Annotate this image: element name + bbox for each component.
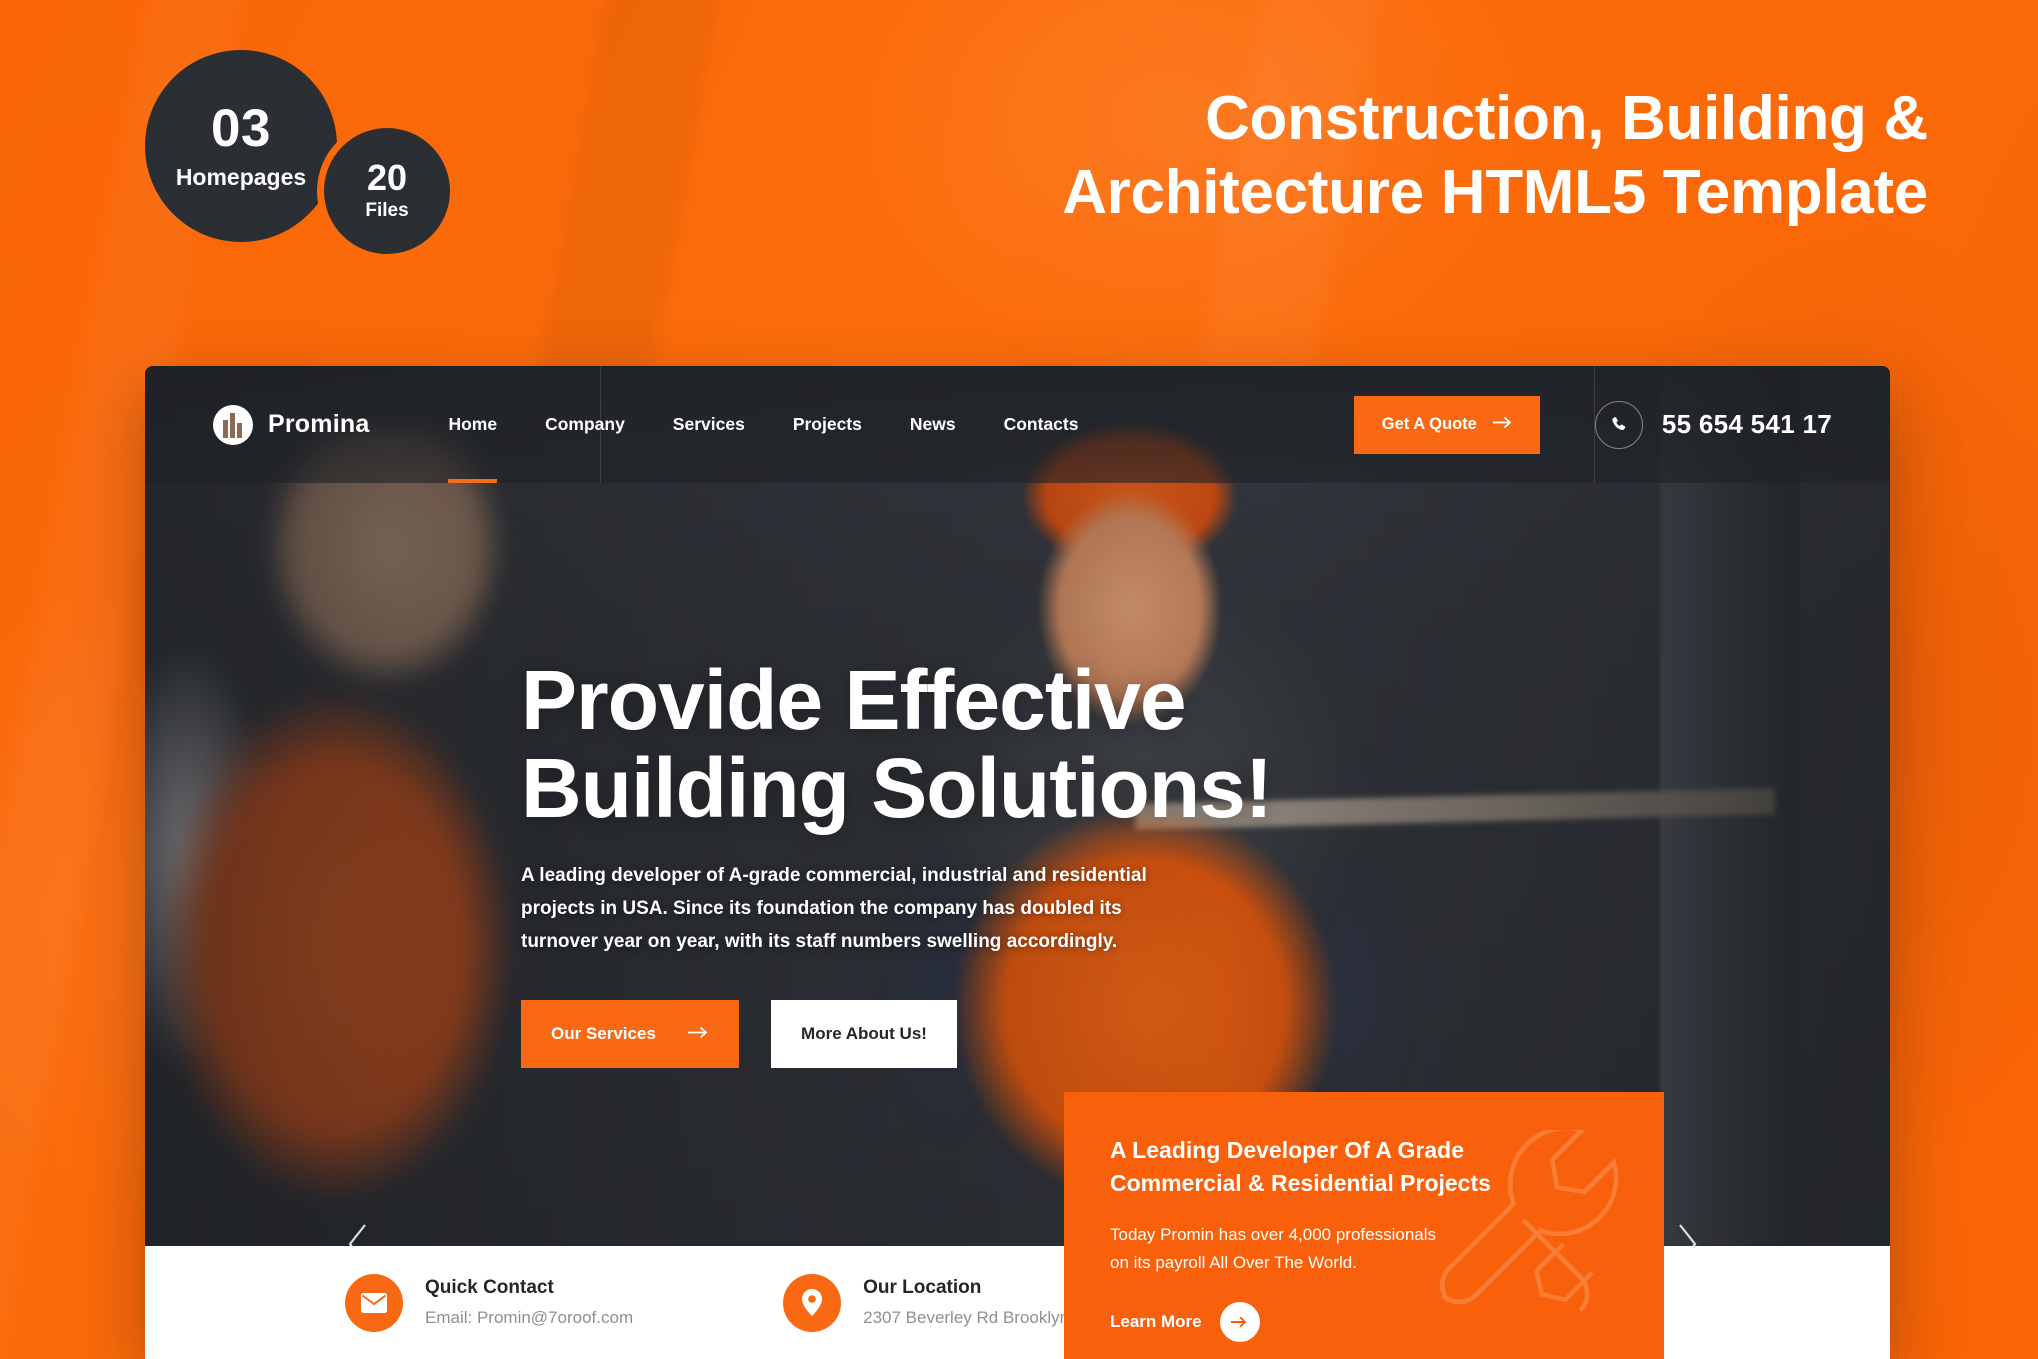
files-badge: 20 Files bbox=[324, 128, 450, 254]
hero-heading-line2: Building Solutions! bbox=[521, 741, 1273, 836]
homepages-badge-number: 03 bbox=[211, 98, 271, 158]
our-services-label: Our Services bbox=[551, 1024, 656, 1044]
phone-icon bbox=[1594, 400, 1643, 449]
header-divider-right bbox=[1594, 366, 1595, 483]
more-about-us-button[interactable]: More About Us! bbox=[771, 1000, 957, 1069]
map-pin-icon bbox=[783, 1273, 842, 1332]
files-badge-label: Files bbox=[365, 200, 409, 221]
brand[interactable]: Promina bbox=[212, 404, 369, 446]
menu-item-home[interactable]: Home bbox=[424, 366, 521, 483]
promo-title-line2: Architecture HTML5 Template bbox=[1062, 158, 1928, 228]
main-menu: Home Company Services Projects News Cont… bbox=[424, 366, 1102, 483]
promo-title-line1: Construction, Building & bbox=[1205, 84, 1928, 153]
chevron-right-icon[interactable] bbox=[1664, 1221, 1710, 1267]
learn-more-link[interactable]: Learn More bbox=[1110, 1302, 1618, 1343]
get-a-quote-label: Get A Quote bbox=[1381, 415, 1477, 433]
hero-paragraph: A leading developer of A-grade commercia… bbox=[521, 865, 1147, 952]
menu-item-contacts[interactable]: Contacts bbox=[980, 366, 1103, 483]
promo-badges: 03 Homepages 20 Files bbox=[145, 50, 505, 265]
learn-more-label: Learn More bbox=[1110, 1312, 1202, 1332]
contact-title: Quick Contact bbox=[425, 1277, 554, 1298]
brand-name: Promina bbox=[268, 410, 370, 438]
homepages-badge-label: Homepages bbox=[175, 163, 307, 190]
info-card: A Leading Developer Of A Grade Commercia… bbox=[1064, 1092, 1664, 1359]
hero-buttons: Our Services More About Us! bbox=[521, 1000, 1272, 1069]
menu-item-projects[interactable]: Projects bbox=[769, 366, 886, 483]
info-card-heading-line2: Commercial & Residential Projects bbox=[1110, 1169, 1491, 1196]
building-logo-icon bbox=[212, 404, 254, 446]
arrow-right-icon bbox=[1219, 1302, 1260, 1343]
menu-item-company[interactable]: Company bbox=[521, 366, 649, 483]
files-badge-number: 20 bbox=[366, 157, 408, 198]
arrow-right-icon bbox=[1492, 415, 1512, 434]
menu-item-news[interactable]: News bbox=[886, 366, 980, 483]
hero-content: Provide Effective Building Solutions! A … bbox=[521, 653, 1273, 1069]
info-card-body-line2: on its payroll All Over The World. bbox=[1110, 1252, 1357, 1272]
info-card-heading-line1: A Leading Developer Of A Grade bbox=[1110, 1137, 1465, 1163]
get-a-quote-button[interactable]: Get A Quote bbox=[1353, 395, 1540, 454]
envelope-icon bbox=[345, 1273, 403, 1332]
phone-number: 55 654 541 17 bbox=[1661, 409, 1832, 439]
hero-heading: Provide Effective Building Solutions! bbox=[521, 653, 1273, 836]
chevron-left-icon[interactable] bbox=[335, 1221, 381, 1267]
our-services-button[interactable]: Our Services bbox=[521, 1000, 739, 1069]
info-card-body: Today Promin has over 4,000 professional… bbox=[1110, 1221, 1618, 1276]
hero-heading-line1: Provide Effective bbox=[521, 653, 1187, 747]
homepages-badge: 03 Homepages bbox=[145, 50, 337, 242]
contact-text: Email: Promin@7oroof.com bbox=[425, 1308, 634, 1327]
contact-item-quick-contact[interactable]: Quick Contact Email: Promin@7oroof.com bbox=[345, 1273, 634, 1332]
info-card-heading: A Leading Developer Of A Grade Commercia… bbox=[1110, 1134, 1618, 1199]
site-header: Promina Home Company Services Projects N… bbox=[145, 366, 1890, 483]
menu-item-services[interactable]: Services bbox=[649, 366, 769, 483]
promo-title: Construction, Building & Architecture HT… bbox=[828, 82, 1928, 231]
header-phone[interactable]: 55 654 541 17 bbox=[1594, 400, 1832, 449]
arrow-right-icon bbox=[688, 1024, 709, 1044]
info-card-body-line1: Today Promin has over 4,000 professional… bbox=[1110, 1225, 1437, 1245]
